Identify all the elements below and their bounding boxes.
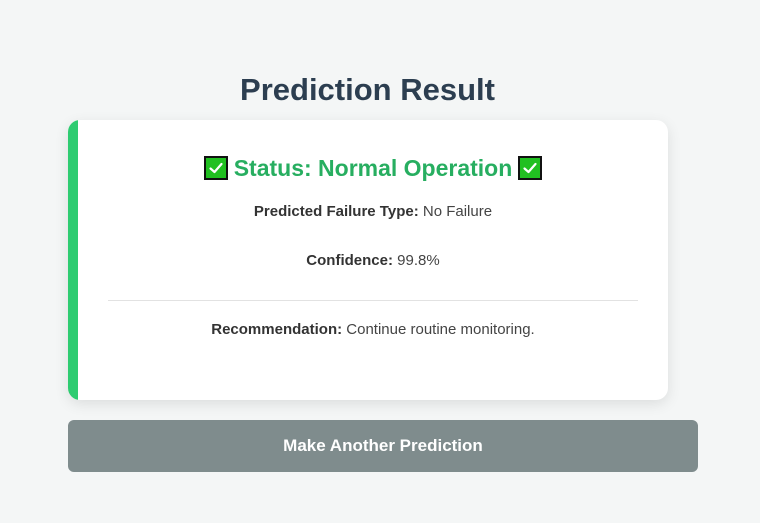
- confidence-value: 99.8%: [397, 252, 440, 269]
- check-mark-icon: [203, 156, 228, 180]
- confidence-label: Confidence:: [306, 252, 393, 269]
- failure-type-row: Predicted Failure Type: No Failure: [78, 202, 668, 222]
- confidence-row: Confidence: 99.8%: [78, 251, 668, 271]
- make-another-prediction-button[interactable]: Make Another Prediction: [68, 420, 698, 472]
- recommendation-value: Continue routine monitoring.: [346, 321, 535, 338]
- status-line: Status: Normal Operation: [78, 152, 668, 184]
- status-text: Status: Normal Operation: [233, 155, 513, 181]
- failure-type-label: Predicted Failure Type:: [253, 203, 419, 220]
- status-accent-bar: [68, 120, 78, 400]
- result-card: Status: Normal Operation Predicted Failu…: [68, 120, 668, 400]
- page: Prediction Result Status: Normal Operati…: [0, 0, 760, 523]
- divider: [108, 300, 638, 301]
- recommendation-row: Recommendation: Continue routine monitor…: [78, 320, 668, 340]
- failure-type-value: No Failure: [422, 203, 493, 220]
- page-title: Prediction Result: [240, 72, 495, 107]
- recommendation-label: Recommendation:: [211, 321, 343, 338]
- check-mark-icon: [518, 156, 543, 180]
